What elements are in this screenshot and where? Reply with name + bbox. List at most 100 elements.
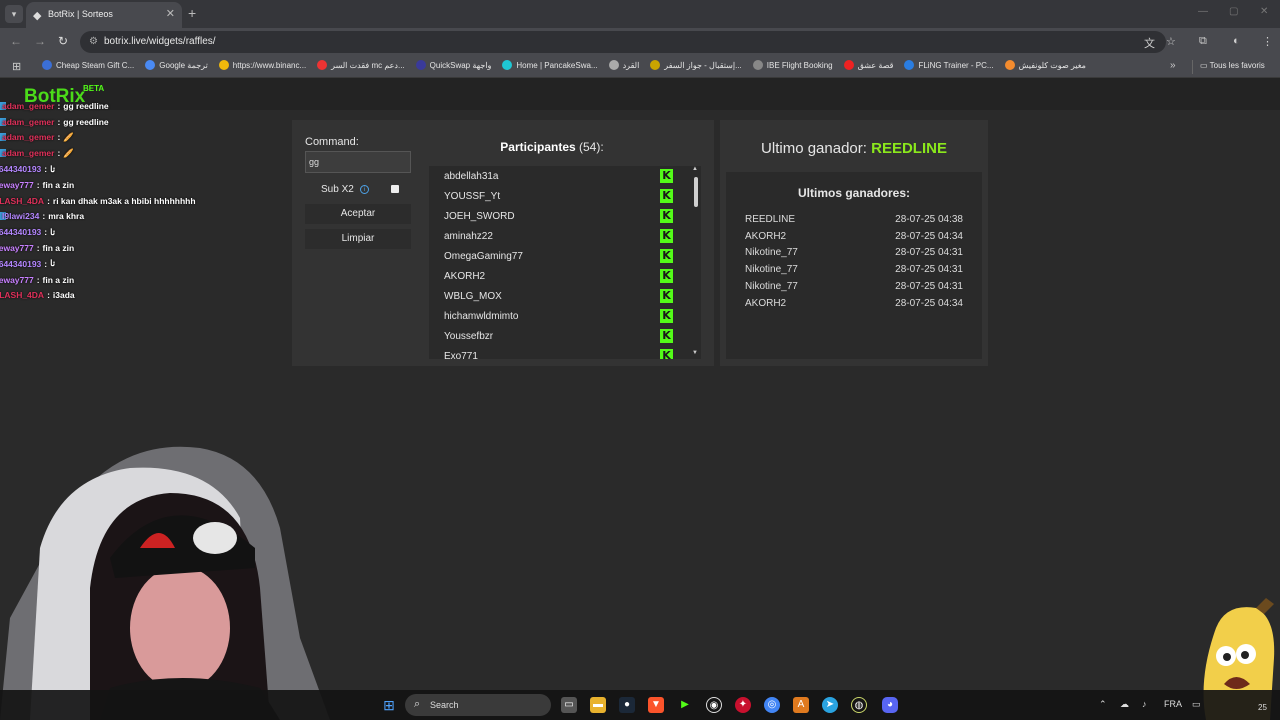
clock[interactable]: 25	[1258, 703, 1267, 712]
bookmark-item[interactable]: https://www.binanc...	[218, 60, 307, 70]
info-icon[interactable]: i	[360, 185, 369, 194]
url-text: botrix.live/widgets/raffles/	[104, 36, 216, 47]
maximize-icon[interactable]: ▢	[1229, 6, 1238, 17]
bookmark-item[interactable]: FLiNG Trainer - PC...	[904, 60, 994, 70]
winners-list-title: Ultimos ganadores:	[797, 186, 911, 200]
streamer-webcam	[0, 446, 330, 720]
bookmark-item[interactable]: QuickSwap واجهة	[415, 60, 491, 70]
chat-message: adam_gemer: gg reedline	[0, 98, 280, 114]
chrome-icon[interactable]: ◎	[764, 697, 780, 713]
chat-message: adam_gemer: 🥖	[0, 145, 280, 161]
menu-icon[interactable]: ⋮	[1262, 35, 1273, 48]
winner-name: AKORH2	[745, 297, 787, 309]
app-icon-a[interactable]: A	[793, 697, 809, 713]
winner-name: Nikotine_77	[745, 247, 798, 259]
command-label: Command:	[305, 136, 359, 148]
address-bar[interactable]: ⚙ botrix.live/widgets/raffles/	[80, 31, 1166, 53]
participant-name: OmegaGaming77	[444, 251, 523, 262]
chat-username: adam_gemer	[2, 100, 55, 111]
language-indicator[interactable]: FRA	[1164, 699, 1182, 709]
tab-search-button[interactable]: ▾	[5, 5, 23, 23]
bookmark-favicon-icon	[650, 60, 661, 70]
bookmark-item[interactable]: Home | PancakeSwa...	[502, 60, 598, 70]
bookmark-label: https://www.binanc...	[232, 60, 307, 70]
chat-message: l9lawi234: mra khra	[0, 209, 280, 225]
onedrive-icon[interactable]: ☁	[1120, 699, 1129, 710]
all-bookmarks-label: Tous les favoris	[1209, 61, 1265, 70]
winner-date: 28-07-25 04:31	[895, 280, 963, 292]
scrollbar-thumb[interactable]	[694, 177, 698, 207]
new-tab-button[interactable]: +	[188, 5, 196, 21]
kick-logo-icon: K	[660, 289, 673, 303]
chat-text: ri kan dhak m3ak a hbibi hhhhhhhh	[52, 195, 196, 206]
participant-row: aminahz22 K	[429, 226, 701, 246]
apps-grid-icon[interactable]: ⊞	[12, 60, 21, 73]
sub-x2-checkbox[interactable]	[391, 185, 399, 193]
clear-button[interactable]: Limpiar	[305, 229, 411, 249]
chat-text: تا	[50, 163, 56, 174]
app-icon-globe[interactable]: ◍	[851, 697, 867, 713]
reload-icon[interactable]: ↻	[58, 34, 68, 48]
steam-icon[interactable]: ●	[619, 697, 635, 713]
close-tab-icon[interactable]: ✕	[166, 7, 175, 20]
obs-icon[interactable]: ◉	[706, 697, 722, 713]
bookmark-star-icon[interactable]: ☆	[1166, 35, 1176, 48]
winner-name: Nikotine_77	[745, 264, 798, 276]
winner-name: AKORH2	[745, 230, 787, 242]
tray-chevron-icon[interactable]: ⌃	[1099, 699, 1107, 710]
extensions-icon[interactable]: ⧉	[1199, 35, 1207, 48]
chat-message: 0644340193:تا	[0, 161, 280, 177]
bookmark-label: Cheap Steam Gift C...	[56, 60, 135, 70]
bookmark-favicon-icon	[317, 60, 328, 70]
bookmark-item[interactable]: إستقبال - جواز السفر...	[650, 60, 742, 70]
winner-row: Nikotine_77 28-07-25 04:31	[745, 247, 963, 258]
bookmark-item[interactable]: فقدت السر mc دعم...	[317, 60, 405, 70]
back-icon[interactable]: ←	[10, 34, 22, 48]
network-icon[interactable]: ▭	[1192, 699, 1201, 710]
participant-name: Exo771	[444, 351, 478, 359]
winner-name: REEDLINE	[745, 214, 796, 225]
more-bookmarks-icon[interactable]: »	[1170, 60, 1176, 71]
bookmark-label: قصة عشق	[857, 60, 894, 70]
bookmark-item[interactable]: Cheap Steam Gift C...	[42, 60, 134, 70]
participant-row: YOUSSF_Yt K	[429, 186, 701, 206]
taskbar-search[interactable]: ⌕ Search	[405, 694, 551, 716]
brave-icon[interactable]: ▼	[648, 697, 664, 713]
microphone-icon[interactable]: ♪	[1142, 699, 1147, 709]
all-bookmarks-folder[interactable]: ▭ Tous les favoris	[1200, 61, 1265, 70]
telegram-icon[interactable]: ➤	[822, 697, 838, 713]
translate-icon[interactable]: 文	[1144, 35, 1155, 51]
chat-separator: :	[57, 132, 61, 143]
active-tab[interactable]: ◆ BotRix | Sorteos ✕	[26, 2, 182, 28]
bookmark-favicon-icon	[218, 60, 229, 70]
chat-separator: :	[47, 195, 50, 206]
kick-logo-icon: K	[660, 309, 673, 323]
bookmark-list: Cheap Steam Gift C... Google ترجمة https:/…	[42, 60, 1086, 70]
bookmark-item[interactable]: القرد	[608, 60, 639, 70]
chat-text: تا	[50, 226, 56, 237]
accept-button[interactable]: Aceptar	[305, 204, 411, 224]
minimize-icon[interactable]: —	[1198, 6, 1208, 17]
kick-app-icon[interactable]: ▶	[677, 697, 693, 713]
participants-list[interactable]: abdellah31a K YOUSSF_Yt K JOEH_SWORD Kaminahz…	[429, 166, 701, 359]
bookmark-item[interactable]: مغير صوت كلونفيش	[1004, 60, 1086, 70]
participants-count: (54):	[579, 140, 604, 154]
windows-start-icon[interactable]: ⊞	[381, 697, 397, 713]
forward-icon[interactable]: →	[34, 34, 46, 48]
scroll-up-icon[interactable]: ▲	[692, 166, 698, 172]
bookmark-item[interactable]: IBE Flight Booking	[752, 60, 833, 70]
profile-icon[interactable]: ◐	[1233, 35, 1240, 47]
participant-name: YOUSSF_Yt	[444, 191, 501, 202]
file-explorer-icon[interactable]: ▬	[590, 697, 606, 713]
site-info-icon[interactable]: ⚙	[89, 36, 98, 47]
winner-name: Nikotine_77	[745, 280, 798, 292]
bookmark-item[interactable]: قصة عشق	[843, 60, 894, 70]
bookmark-item[interactable]: Google ترجمة	[145, 60, 208, 70]
participant-name: aminahz22	[444, 231, 493, 242]
scroll-down-icon[interactable]: ▼	[692, 350, 698, 356]
command-input[interactable]: gg	[305, 151, 411, 173]
discord-icon[interactable]: ◕	[882, 697, 898, 713]
task-view-icon[interactable]: ▭	[561, 697, 577, 713]
close-window-icon[interactable]: ✕	[1260, 6, 1268, 17]
app-icon[interactable]: ✦	[735, 697, 751, 713]
